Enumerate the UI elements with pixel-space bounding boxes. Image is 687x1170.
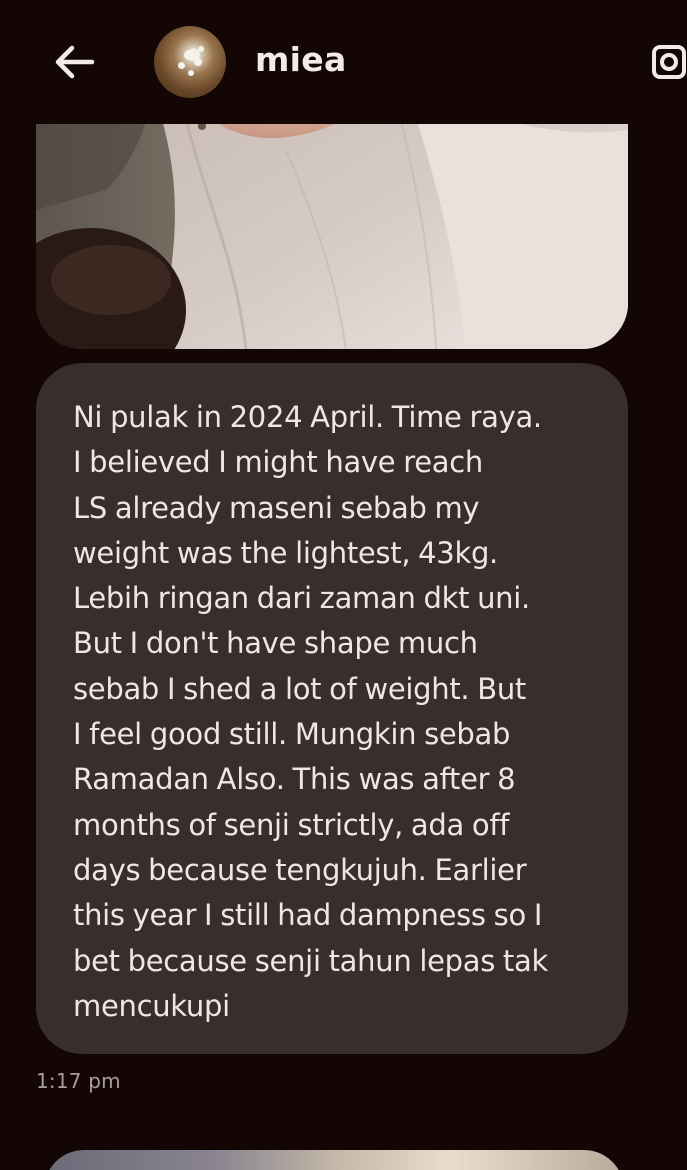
message-line: But I don't have shape much xyxy=(73,626,478,661)
avatar-image xyxy=(184,50,194,60)
arrow-left-icon xyxy=(55,45,95,79)
message-line: this year I still had dampness so I xyxy=(73,898,543,933)
message-line: months of senji strictly, ada off xyxy=(73,807,510,842)
message-text: Ni pulak in 2024 April. Time raya. I bel… xyxy=(73,395,608,1029)
contact-name[interactable]: miea xyxy=(255,40,347,79)
avatar[interactable] xyxy=(154,26,226,98)
message-line: Ramadan Also. This was after 8 xyxy=(73,762,516,797)
message-line: I believed I might have reach xyxy=(73,445,483,480)
back-button[interactable] xyxy=(44,36,104,88)
chat-screen: miea Ni pulak in 2024 April. Time raya. … xyxy=(0,0,687,1170)
message-bubble[interactable]: Ni pulak in 2024 April. Time raya. I bel… xyxy=(36,363,628,1054)
message-line: days because tengkujuh. Earlier xyxy=(73,852,527,887)
photo-message-next[interactable] xyxy=(44,1150,624,1170)
message-line: mencukupi xyxy=(73,988,230,1023)
message-line: Lebih ringan dari zaman dkt uni. xyxy=(73,581,530,616)
message-timestamp: 1:17 pm xyxy=(36,1069,121,1093)
message-line: I feel good still. Mungkin sebab xyxy=(73,717,511,752)
camera-button[interactable] xyxy=(650,42,687,82)
message-line: weight was the lightest, 43kg. xyxy=(73,535,498,570)
message-line: sebab I shed a lot of weight. But xyxy=(73,671,526,706)
chat-header: miea xyxy=(0,0,687,124)
message-line: bet because senji tahun lepas tak xyxy=(73,943,548,978)
message-line: LS already maseni sebab my xyxy=(73,490,480,525)
camera-icon xyxy=(652,45,686,79)
message-line: Ni pulak in 2024 April. Time raya. xyxy=(73,400,542,434)
